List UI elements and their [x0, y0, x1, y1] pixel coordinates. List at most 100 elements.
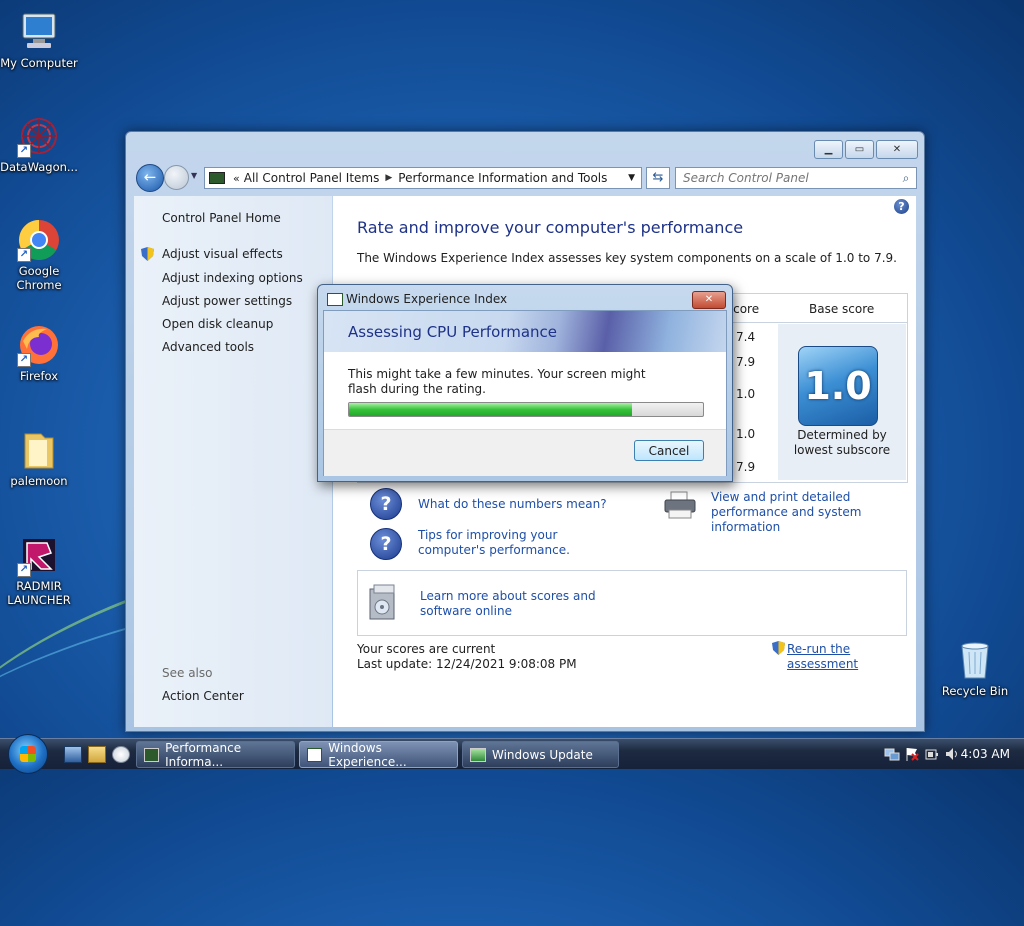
- dialog-banner-title: Assessing CPU Performance: [348, 323, 558, 341]
- software-box-icon: [369, 584, 395, 620]
- sidebar-item-control-panel-home[interactable]: Control Panel Home: [162, 211, 281, 225]
- shortcut-arrow-icon: ↗: [17, 248, 31, 262]
- address-bar[interactable]: « All Control Panel Items ▶ Performance …: [204, 167, 642, 189]
- network-icon[interactable]: [884, 746, 900, 762]
- subscore-value: 7.9: [736, 355, 756, 369]
- rerun-assessment-link[interactable]: Re-run the assessment: [787, 642, 916, 672]
- subscore-value: 7.4: [736, 330, 756, 344]
- sidebar-item-open-disk-cleanup[interactable]: Open disk cleanup: [162, 317, 273, 331]
- sidebar-item-action-center[interactable]: Action Center: [162, 689, 244, 703]
- learn-more-box: Learn more about scores and software onl…: [357, 570, 907, 636]
- sidebar: Control Panel Home Adjust visual effects…: [134, 196, 332, 727]
- back-button[interactable]: ←: [136, 164, 164, 192]
- taskbar: Performance Informa... Windows Experienc…: [0, 734, 1024, 774]
- shield-icon: [141, 247, 154, 261]
- page-description: The Windows Experience Index assesses ke…: [357, 251, 897, 265]
- dialog-footer: Cancel: [324, 429, 726, 476]
- minimize-button[interactable]: ▁: [814, 140, 843, 159]
- close-button[interactable]: ✕: [876, 140, 918, 159]
- taskbar-button-label: Windows Update: [492, 747, 593, 762]
- breadcrumb-current[interactable]: Performance Information and Tools: [398, 171, 607, 185]
- page-title: Rate and improve your computer's perform…: [357, 218, 744, 237]
- help-question-icon: ?: [370, 528, 402, 560]
- datawagon-icon: ↗: [17, 114, 61, 158]
- desktop-icon-label: palemoon: [10, 474, 68, 488]
- desktop-icon-firefox[interactable]: ↗ Firefox: [0, 323, 81, 383]
- tips-link[interactable]: Tips for improving your computer's perfo…: [418, 528, 628, 558]
- dialog-close-button[interactable]: ✕: [692, 291, 726, 309]
- experience-index-icon: [307, 747, 323, 762]
- shield-icon: [772, 641, 785, 655]
- battery-icon[interactable]: [924, 746, 940, 762]
- help-question-icon: ?: [370, 488, 402, 520]
- sidebar-item-adjust-indexing-options[interactable]: Adjust indexing options: [162, 271, 303, 285]
- forward-button[interactable]: [164, 165, 189, 190]
- view-print-details-link[interactable]: View and print detailed performance and …: [711, 490, 911, 535]
- breadcrumb-root[interactable]: All Control Panel Items: [244, 171, 380, 185]
- desktop-icon-radmir[interactable]: ↗ RADMIR LAUNCHER: [0, 533, 81, 607]
- desktop-icon-label: My Computer: [0, 56, 78, 70]
- caption-buttons: ▁ ▭ ✕: [814, 140, 918, 159]
- taskbar-button-experience-index[interactable]: Windows Experience...: [299, 741, 458, 769]
- experience-index-dialog: Windows Experience Index ✕ Assessing CPU…: [317, 284, 733, 482]
- firefox-icon: ↗: [17, 323, 61, 367]
- sidebar-item-advanced-tools[interactable]: Advanced tools: [162, 340, 254, 354]
- dialog-title: Windows Experience Index: [346, 292, 508, 306]
- desktop-icon-label: Firefox: [19, 369, 59, 383]
- dialog-app-icon: [327, 293, 343, 306]
- base-score-panel: 1.0 Determined by lowest subscore: [778, 324, 906, 480]
- windows-update-icon: [470, 747, 486, 762]
- explorer-folder-icon[interactable]: [88, 746, 106, 763]
- dialog-banner: Assessing CPU Performance: [324, 311, 726, 352]
- system-tray: 4:03 AM: [874, 739, 1024, 769]
- desktop-icon-palemoon[interactable]: palemoon: [0, 428, 81, 488]
- shortcut-arrow-icon: ↗: [17, 353, 31, 367]
- windows-logo-icon: [20, 746, 36, 762]
- search-icon[interactable]: ⌕: [896, 171, 916, 186]
- breadcrumb-overflow-icon[interactable]: «: [233, 172, 240, 185]
- progress-bar-fill: [349, 403, 633, 416]
- help-icon[interactable]: ?: [894, 199, 909, 214]
- clock[interactable]: 4:03 AM: [961, 747, 1010, 761]
- learn-more-link[interactable]: Learn more about scores and software onl…: [420, 589, 640, 619]
- chrome-icon: ↗: [17, 218, 61, 262]
- breadcrumb-separator-icon[interactable]: ▶: [385, 173, 392, 183]
- subscore-value: 1.0: [736, 387, 756, 401]
- desktop-icon-recycle-bin[interactable]: Recycle Bin: [933, 638, 1017, 698]
- control-panel-icon: [209, 172, 225, 184]
- scores-current-status: Your scores are current: [357, 642, 496, 656]
- taskbar-button-performance[interactable]: Performance Informa...: [136, 741, 295, 769]
- action-center-flag-icon[interactable]: [904, 746, 920, 762]
- recent-pages-dropdown[interactable]: ▼: [191, 171, 197, 180]
- volume-icon[interactable]: [944, 746, 960, 762]
- base-score-badge: 1.0: [798, 346, 878, 426]
- desktop-icon-datawagon[interactable]: ↗ DataWagon...: [0, 114, 81, 174]
- start-button[interactable]: [8, 734, 48, 774]
- sidebar-item-adjust-visual-effects[interactable]: Adjust visual effects: [162, 247, 283, 261]
- base-score-header: Base score: [809, 302, 875, 316]
- what-numbers-mean-link[interactable]: What do these numbers mean?: [418, 497, 607, 512]
- shortcut-arrow-icon: ↗: [17, 563, 31, 577]
- media-player-icon[interactable]: [112, 746, 130, 763]
- desktop-icon-chrome[interactable]: ↗ Google Chrome: [0, 218, 81, 292]
- search-input[interactable]: [676, 170, 896, 186]
- sidebar-item-adjust-power-settings[interactable]: Adjust power settings: [162, 294, 292, 308]
- computer-icon: [17, 10, 61, 54]
- desktop-icon-label: Recycle Bin: [941, 684, 1009, 698]
- control-panel-icon: [144, 747, 160, 762]
- desktop-icon-my-computer[interactable]: My Computer: [0, 10, 81, 70]
- search-box: ⌕: [675, 167, 917, 189]
- lowest-subscore-label: lowest subscore: [793, 443, 891, 457]
- taskbar-button-windows-update[interactable]: Windows Update: [462, 741, 619, 768]
- assessment-progress-bar: [348, 402, 704, 417]
- last-update-timestamp: Last update: 12/24/2021 9:08:08 PM: [357, 657, 577, 671]
- cancel-button[interactable]: Cancel: [634, 440, 704, 461]
- dialog-body: Assessing CPU Performance This might tak…: [323, 310, 727, 476]
- maximize-button[interactable]: ▭: [845, 140, 874, 159]
- refresh-button[interactable]: ⇆: [646, 167, 670, 189]
- subscore-value: 1.0: [736, 427, 756, 441]
- address-dropdown-icon[interactable]: ▼: [628, 173, 635, 183]
- radmir-icon: ↗: [17, 533, 61, 577]
- show-desktop-icon[interactable]: [64, 746, 82, 763]
- subscore-value: 7.9: [736, 460, 756, 474]
